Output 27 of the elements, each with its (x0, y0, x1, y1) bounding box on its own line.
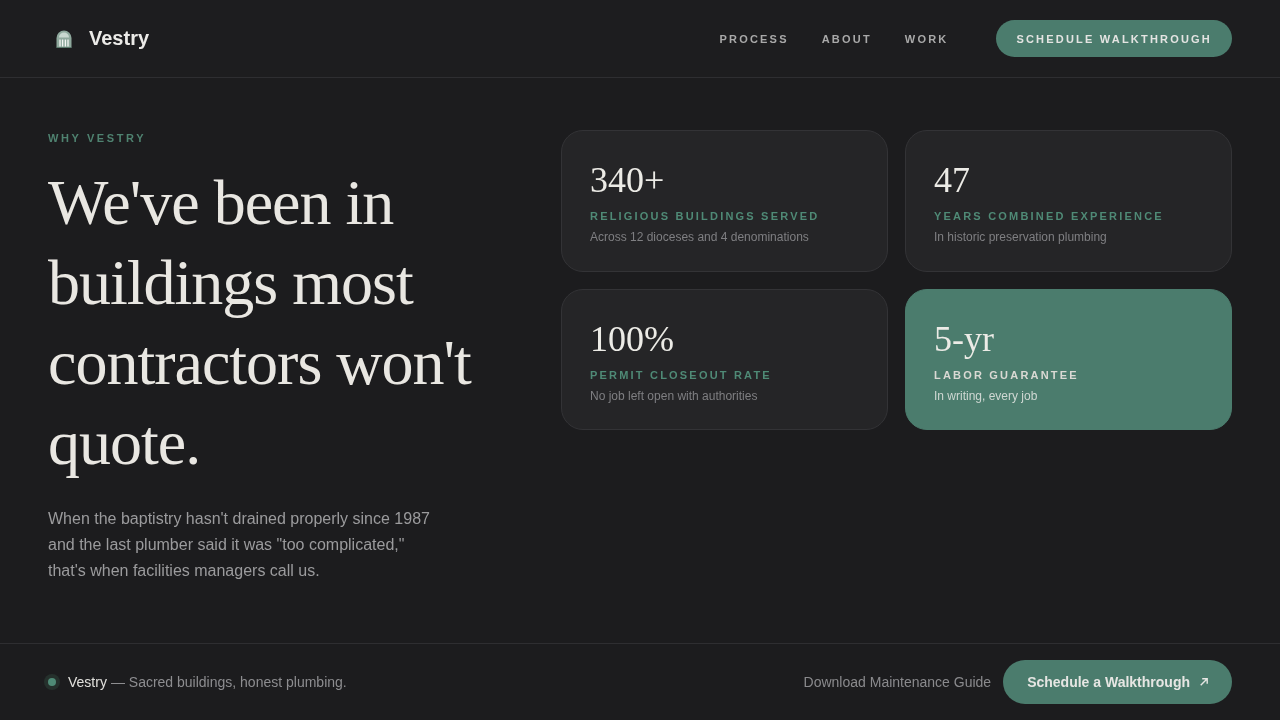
stat-description: In historic preservation plumbing (934, 229, 1108, 245)
stat-description: In writing, every job (934, 388, 1039, 404)
stat-description: No job left open with authorities (590, 388, 759, 404)
stat-value: 340+ (590, 160, 666, 200)
building-icon (55, 29, 73, 48)
brand-name: Vestry (89, 27, 150, 50)
nav-link[interactable]: WORK (904, 32, 949, 45)
nav-link[interactable]: ABOUT (821, 32, 872, 45)
download-guide-link[interactable]: Download Maintenance Guide (803, 674, 992, 690)
stat-label: YEARS COMBINED EXPERIENCE (934, 209, 1165, 223)
nav-link[interactable]: PROCESS (719, 32, 789, 45)
schedule-walkthrough-button[interactable]: Schedule a Walkthrough (1003, 660, 1232, 704)
status-dot-icon (44, 674, 60, 690)
stat-value: 5-yr (934, 319, 995, 359)
stat-label: PERMIT CLOSEOUT RATE (590, 368, 773, 382)
stat-value: 47 (934, 160, 971, 200)
stat-description: Across 12 dioceses and 4 denominations (590, 229, 810, 245)
footer-tagline: — Sacred buildings, honest plumbing. (110, 674, 347, 690)
arrow-icon (1200, 678, 1208, 686)
hero-description: When the baptistry hasn't drained properly since 1987 and the last plumber said it was "too complicated," that's when facilities managers call us. (48, 509, 431, 581)
hero-heading: We've been in buildings most contractors won't quote. (48, 166, 473, 480)
eyebrow-text: WHY VESTRY (48, 131, 148, 146)
footer-brand: Vestry (68, 674, 107, 690)
stat-label: LABOR GUARANTEE (934, 368, 1080, 382)
stat-label: RELIGIOUS BUILDINGS SERVED (590, 209, 821, 223)
schedule-walkthrough-button[interactable]: SCHEDULE WALKTHROUGH (996, 20, 1232, 57)
stat-value: 100% (590, 319, 675, 359)
